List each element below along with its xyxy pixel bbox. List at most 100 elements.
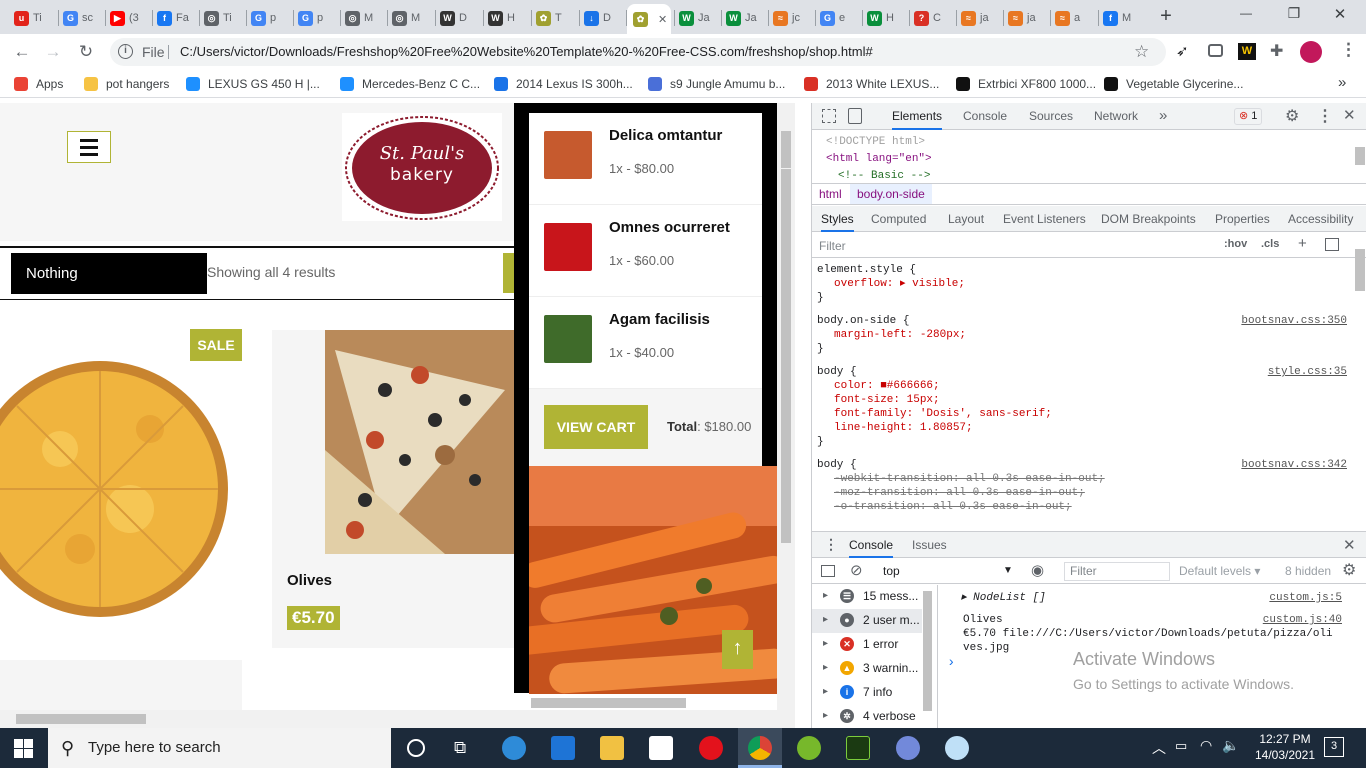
extension-screen-icon[interactable] [1208,44,1223,57]
dom-line[interactable]: <!DOCTYPE html> [826,134,1351,151]
bookmark-item[interactable]: Mercedes-Benz C C... [340,75,480,93]
bookmark-item[interactable]: pot hangers [84,75,169,93]
browser-tab[interactable]: Gp [298,5,336,31]
new-tab-button[interactable]: + [1155,4,1177,28]
bookmark-item[interactable]: s9 Jungle Amumu b... [648,75,785,93]
utorrent-icon[interactable] [797,736,821,760]
minimize-button[interactable]: — [1236,6,1256,20]
close-tab-icon[interactable]: ✕ [658,13,667,26]
breadcrumb-html[interactable]: html [819,187,842,201]
url-text[interactable]: C:/Users/victor/Downloads/Freshshop%20Fr… [180,38,873,66]
store-icon[interactable] [649,736,673,760]
styles-tab-layout[interactable]: Layout [948,206,984,232]
expand-arrow-icon[interactable]: ▸ [823,681,828,703]
css-rule-selector[interactable]: element.style { [817,263,1347,277]
reload-icon[interactable]: ↻ [76,42,96,62]
chrome-icon[interactable] [748,736,772,760]
maximize-button[interactable]: ❐ [1284,5,1304,22]
mail-icon[interactable] [551,736,575,760]
dreamweaver-icon[interactable] [846,736,870,760]
browser-tab[interactable]: WH [488,5,526,31]
close-window-button[interactable]: ✕ [1330,5,1350,23]
expand-arrow-icon[interactable]: ▸ [823,609,828,631]
browser-tab[interactable]: ≈ jc [773,5,811,31]
forward-icon[interactable]: → [43,42,63,62]
cart-item-name[interactable]: Delica omtantur [609,127,722,144]
error-counter[interactable]: ⊗ 1 [1234,108,1263,125]
bookmark-item[interactable]: Extrbici XF800 1000... [956,75,1096,93]
styles-tab-accessibility[interactable]: Accessibility [1288,206,1353,232]
console-source-link[interactable]: custom.js:40 [1263,613,1342,627]
extension-cursor-icon[interactable]: ➶ [1176,42,1189,60]
styles-tab-properties[interactable]: Properties [1215,206,1270,232]
windows-start-icon[interactable] [14,739,33,758]
browser-menu-icon[interactable]: ⋮ [1340,40,1357,60]
console-message[interactable]: ▸ NodeList [] custom.js:5 [947,591,1342,605]
context-selector[interactable]: top ▼ [875,559,1015,583]
hover-state-toggle[interactable]: :hov [1224,238,1247,250]
notifications-icon[interactable]: 3 [1324,737,1344,757]
expand-arrow-icon[interactable]: ▸ [823,705,828,727]
bookmark-star-icon[interactable]: ☆ [1134,38,1149,66]
cart-item[interactable]: Agam facilisis 1x - $40.00 [529,297,762,389]
bookmark-item[interactable]: 2013 White LEXUS... [804,75,939,93]
bookmarks-more-button[interactable]: » [1338,74,1346,91]
devtools-tab-sources[interactable]: Sources [1029,103,1073,130]
vertical-scrollbar-thumb[interactable] [781,131,791,168]
browser-tab[interactable]: ◎ M [345,5,383,31]
console-sidebar-toggle-icon[interactable] [821,565,835,577]
expand-arrow-icon[interactable]: ▸ [823,585,828,607]
bookmark-item[interactable]: 2014 Lexus IS 300h... [494,75,633,93]
browser-tab[interactable]: ? C [914,5,952,31]
browser-tab[interactable]: f Fa [157,5,195,31]
more-tabs-button[interactable]: » [1159,107,1167,124]
close-devtools-icon[interactable]: ✕ [1343,106,1356,124]
console-message[interactable]: Olives custom.js:40 [947,613,1342,627]
styles-tab-event-listeners[interactable]: Event Listeners [1003,206,1086,232]
dom-line[interactable]: <html lang="en"> [826,151,1351,168]
devtools-tab-console[interactable]: Console [963,103,1007,130]
cart-item[interactable]: Omnes ocurreret 1x - $60.00 [529,205,762,297]
browser-tab[interactable]: ≈ a [1055,5,1093,31]
info-icon[interactable]: i [118,44,133,59]
browser-tab[interactable]: Ge [820,5,858,31]
view-toggle-button[interactable] [503,253,514,293]
console-settings-gear-icon[interactable]: ⚙ [1342,560,1356,580]
clock[interactable]: 12:27 PM 14/03/2021 [1250,731,1320,763]
styles-tab-dom-breakpoints[interactable]: DOM Breakpoints [1101,206,1196,232]
browser-tab[interactable]: Gsc [63,5,101,31]
file-explorer-icon[interactable] [600,736,624,760]
css-property[interactable]: overflow: ▸ visible; [817,277,1347,291]
css-rule-source-link[interactable]: bootsnav.css:342 [1241,458,1347,472]
console-filter-input[interactable]: Filter [1064,562,1170,581]
edge-icon[interactable] [502,736,526,760]
css-property[interactable]: -webkit-transition: all 0.3s ease-in-out… [817,472,1347,486]
css-property[interactable]: font-family: 'Dosis', sans-serif; [817,407,1347,421]
browser-tab[interactable]: ▶ (3 [110,5,148,31]
opera-icon[interactable] [699,736,723,760]
css-property[interactable]: -o-transition: all 0.3s ease-in-out; [817,500,1347,514]
taskbar-search-box[interactable]: ⚲ Type here to search [48,728,391,768]
cart-item-name[interactable]: Omnes ocurreret [609,219,730,236]
inspect-element-icon[interactable] [822,109,836,123]
browser-tab[interactable]: Gp [251,5,289,31]
site-logo[interactable]: St. Paul's bakery [342,113,502,221]
volume-icon[interactable]: 🔈 [1222,737,1239,754]
console-source-link[interactable]: custom.js:5 [1269,591,1342,605]
browser-tab[interactable]: ≈ ja [961,5,999,31]
css-rule-source-link[interactable]: bootsnav.css:350 [1241,314,1347,328]
drawer-tab-console[interactable]: Console [849,532,894,558]
browser-tab[interactable]: WD [440,5,478,31]
css-property[interactable]: line-height: 1.80857; [817,421,1347,435]
horizontal-scrollbar-thumb[interactable] [531,698,686,708]
browser-tab[interactable]: ↓ D [584,5,622,31]
css-rule[interactable]: element.style {overflow: ▸ visible;} [817,263,1347,305]
class-toggle[interactable]: .cls [1261,238,1279,250]
browser-tab[interactable]: ◎ Ti [204,5,242,31]
address-bar[interactable]: i File C:/Users/victor/Downloads/Freshsh… [110,38,1166,66]
devtools-tab-network[interactable]: Network [1094,103,1138,130]
css-rule[interactable]: body {style.css:35 color: ■#666666; font-s… [817,365,1347,449]
expand-arrow-icon[interactable]: ▸ [823,633,828,655]
dom-scrollbar[interactable] [1355,147,1365,165]
show-hidden-icons-chevron-icon[interactable]: ︿ [1152,738,1166,758]
